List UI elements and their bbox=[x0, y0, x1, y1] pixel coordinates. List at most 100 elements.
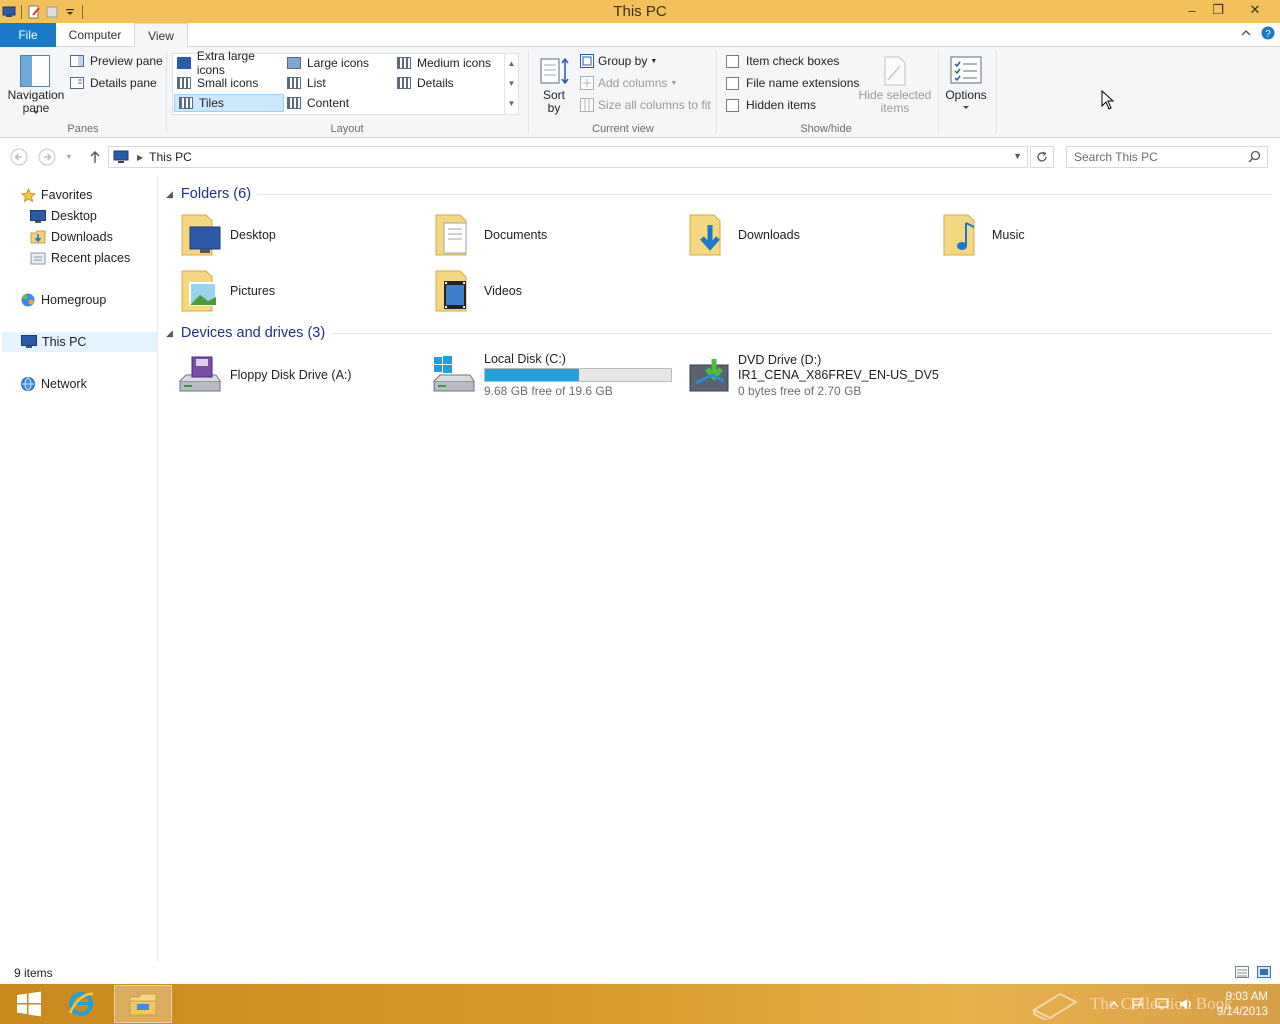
folder-tile-videos[interactable]: Videos bbox=[430, 266, 522, 316]
nav-recent-places[interactable]: Recent places bbox=[30, 248, 130, 268]
properties-icon[interactable] bbox=[25, 3, 43, 21]
navigation-row: ▼ ▶ This PC ▼ bbox=[0, 143, 1280, 171]
details-view-button[interactable] bbox=[1234, 965, 1250, 979]
scroll-down-icon[interactable]: ▼ bbox=[505, 74, 518, 94]
new-folder-icon[interactable] bbox=[43, 3, 61, 21]
collapse-triangle-icon[interactable]: ◢ bbox=[166, 328, 173, 339]
item-check-boxes-toggle[interactable]: Item check boxes bbox=[726, 54, 839, 68]
item-check-boxes-checkbox[interactable] bbox=[726, 54, 739, 68]
breadcrumb-this-pc[interactable]: This PC bbox=[149, 150, 192, 164]
hidden-items-checkbox[interactable] bbox=[726, 98, 739, 112]
add-columns-icon bbox=[580, 76, 594, 90]
music-folder-icon bbox=[938, 211, 986, 259]
close-button[interactable]: ✕ bbox=[1241, 0, 1269, 20]
nav-desktop[interactable]: Desktop bbox=[30, 206, 97, 226]
folder-tile-downloads[interactable]: Downloads bbox=[684, 210, 800, 260]
folders-group-header[interactable]: ◢ Folders (6) bbox=[166, 184, 251, 204]
medium-icons-icon bbox=[397, 57, 411, 69]
drive-tile-dvd-d[interactable]: DVD Drive (D:) IR1_CENA_X86FREV_EN-US_DV… bbox=[684, 350, 939, 400]
tab-computer[interactable]: Computer bbox=[58, 23, 132, 47]
hidden-items-toggle[interactable]: Hidden items bbox=[726, 98, 816, 112]
layout-extra-large-icons[interactable]: Extra large icons bbox=[173, 49, 285, 77]
size-all-columns-button[interactable]: Size all columns to fit bbox=[580, 98, 711, 112]
size-all-columns-label: Size all columns to fit bbox=[598, 98, 711, 112]
window-icon[interactable] bbox=[0, 3, 18, 21]
layout-large-icons[interactable]: Large icons bbox=[283, 54, 393, 72]
details-pane-button[interactable]: Details pane bbox=[70, 76, 157, 90]
search-box[interactable] bbox=[1066, 146, 1268, 168]
nav-homegroup[interactable]: Homegroup bbox=[20, 290, 106, 310]
file-name-extensions-checkbox[interactable] bbox=[726, 76, 739, 90]
taskbar-clock[interactable]: 9:03 AM 9/14/2013 bbox=[1196, 990, 1268, 1020]
file-name-extensions-toggle[interactable]: File name extensions bbox=[726, 76, 859, 90]
navigation-pane-button[interactable]: Navigation pane bbox=[8, 53, 64, 117]
drives-group-header[interactable]: ◢ Devices and drives (3) bbox=[166, 323, 325, 343]
search-icon[interactable] bbox=[1248, 150, 1261, 166]
taskbar-file-explorer[interactable] bbox=[114, 985, 172, 1023]
breadcrumb-separator-icon[interactable]: ▶ bbox=[137, 153, 143, 162]
taskbar-internet-explorer[interactable] bbox=[52, 985, 110, 1023]
up-arrow-icon bbox=[90, 151, 100, 163]
folder-tile-documents[interactable]: Documents bbox=[430, 210, 547, 260]
expand-gallery-icon[interactable]: ▼ bbox=[505, 94, 518, 114]
restore-icon: ❐ bbox=[1212, 2, 1224, 17]
layout-tiles[interactable]: Tiles bbox=[174, 94, 284, 112]
folder-tile-music[interactable]: Music bbox=[938, 210, 1025, 260]
back-arrow-icon bbox=[10, 148, 28, 166]
up-button[interactable] bbox=[85, 147, 105, 167]
drive-tile-floppy[interactable]: Floppy Disk Drive (A:) bbox=[176, 350, 352, 400]
large-icons-view-button[interactable] bbox=[1256, 965, 1272, 979]
add-columns-button[interactable]: Add columns ▼ bbox=[580, 76, 677, 90]
nav-favorites[interactable]: Favorites bbox=[20, 185, 92, 205]
minimize-button[interactable]: – bbox=[1179, 0, 1205, 20]
drive-free-space: 0 bytes free of 2.70 GB bbox=[738, 383, 862, 398]
layout-content[interactable]: Content bbox=[283, 94, 393, 112]
action-center-button[interactable] bbox=[1128, 994, 1148, 1014]
show-hidden-icons-button[interactable] bbox=[1104, 994, 1124, 1014]
search-input[interactable] bbox=[1074, 147, 1250, 167]
address-dropdown-icon[interactable]: ▼ bbox=[1013, 151, 1022, 161]
start-button[interactable] bbox=[0, 985, 58, 1023]
network-tray-button[interactable] bbox=[1152, 994, 1172, 1014]
refresh-button[interactable] bbox=[1030, 146, 1054, 168]
folder-tile-desktop[interactable]: Desktop bbox=[176, 210, 276, 260]
volume-tray-button[interactable] bbox=[1176, 994, 1196, 1014]
minimize-ribbon-icon[interactable] bbox=[1240, 27, 1252, 42]
hide-selected-items-button[interactable]: Hide selected items bbox=[858, 53, 932, 117]
floppy-drive-icon bbox=[176, 351, 224, 399]
layout-small-icons[interactable]: Small icons bbox=[173, 74, 285, 92]
chevron-down-icon bbox=[963, 106, 969, 109]
scroll-up-icon[interactable]: ▲ bbox=[505, 54, 518, 74]
book-watermark-icon bbox=[1031, 992, 1079, 1020]
preview-pane-button[interactable]: Preview pane bbox=[70, 54, 163, 68]
tab-file[interactable]: File bbox=[0, 23, 56, 47]
collapse-triangle-icon[interactable]: ◢ bbox=[166, 189, 173, 200]
recent-locations-button[interactable]: ▼ bbox=[62, 147, 76, 167]
layout-gallery-scroller[interactable]: ▲ ▼ ▼ bbox=[504, 54, 518, 114]
back-button[interactable] bbox=[9, 147, 29, 167]
maximize-button[interactable]: ❐ bbox=[1205, 0, 1231, 20]
group-by-label: Group by bbox=[598, 54, 648, 68]
minimize-icon: – bbox=[1188, 2, 1196, 18]
help-icon[interactable]: ? bbox=[1261, 26, 1275, 43]
sort-by-button[interactable]: Sort by bbox=[536, 53, 572, 117]
add-columns-label: Add columns bbox=[598, 76, 668, 90]
nav-network[interactable]: Network bbox=[20, 374, 87, 394]
sort-by-icon bbox=[540, 56, 570, 86]
drive-tile-local-c[interactable]: Local Disk (C:) 9.68 GB free of 19.6 GB bbox=[430, 350, 672, 400]
item-check-boxes-label: Item check boxes bbox=[746, 54, 840, 68]
group-by-button[interactable]: Group by ▼ bbox=[580, 54, 657, 68]
preview-pane-icon bbox=[70, 54, 84, 68]
layout-details[interactable]: Details bbox=[393, 74, 503, 92]
capacity-bar-fill bbox=[485, 369, 580, 381]
forward-button[interactable] bbox=[37, 147, 57, 167]
nav-downloads[interactable]: Downloads bbox=[30, 227, 113, 247]
address-bar[interactable]: ▶ This PC ▼ bbox=[108, 146, 1028, 168]
tab-view[interactable]: View bbox=[134, 23, 188, 48]
nav-this-pc[interactable]: This PC bbox=[2, 332, 157, 352]
options-button[interactable]: Options bbox=[942, 53, 990, 117]
layout-medium-icons[interactable]: Medium icons bbox=[393, 54, 503, 72]
customize-qat-icon[interactable] bbox=[61, 3, 79, 21]
folder-tile-pictures[interactable]: Pictures bbox=[176, 266, 275, 316]
layout-list[interactable]: List bbox=[283, 74, 393, 92]
